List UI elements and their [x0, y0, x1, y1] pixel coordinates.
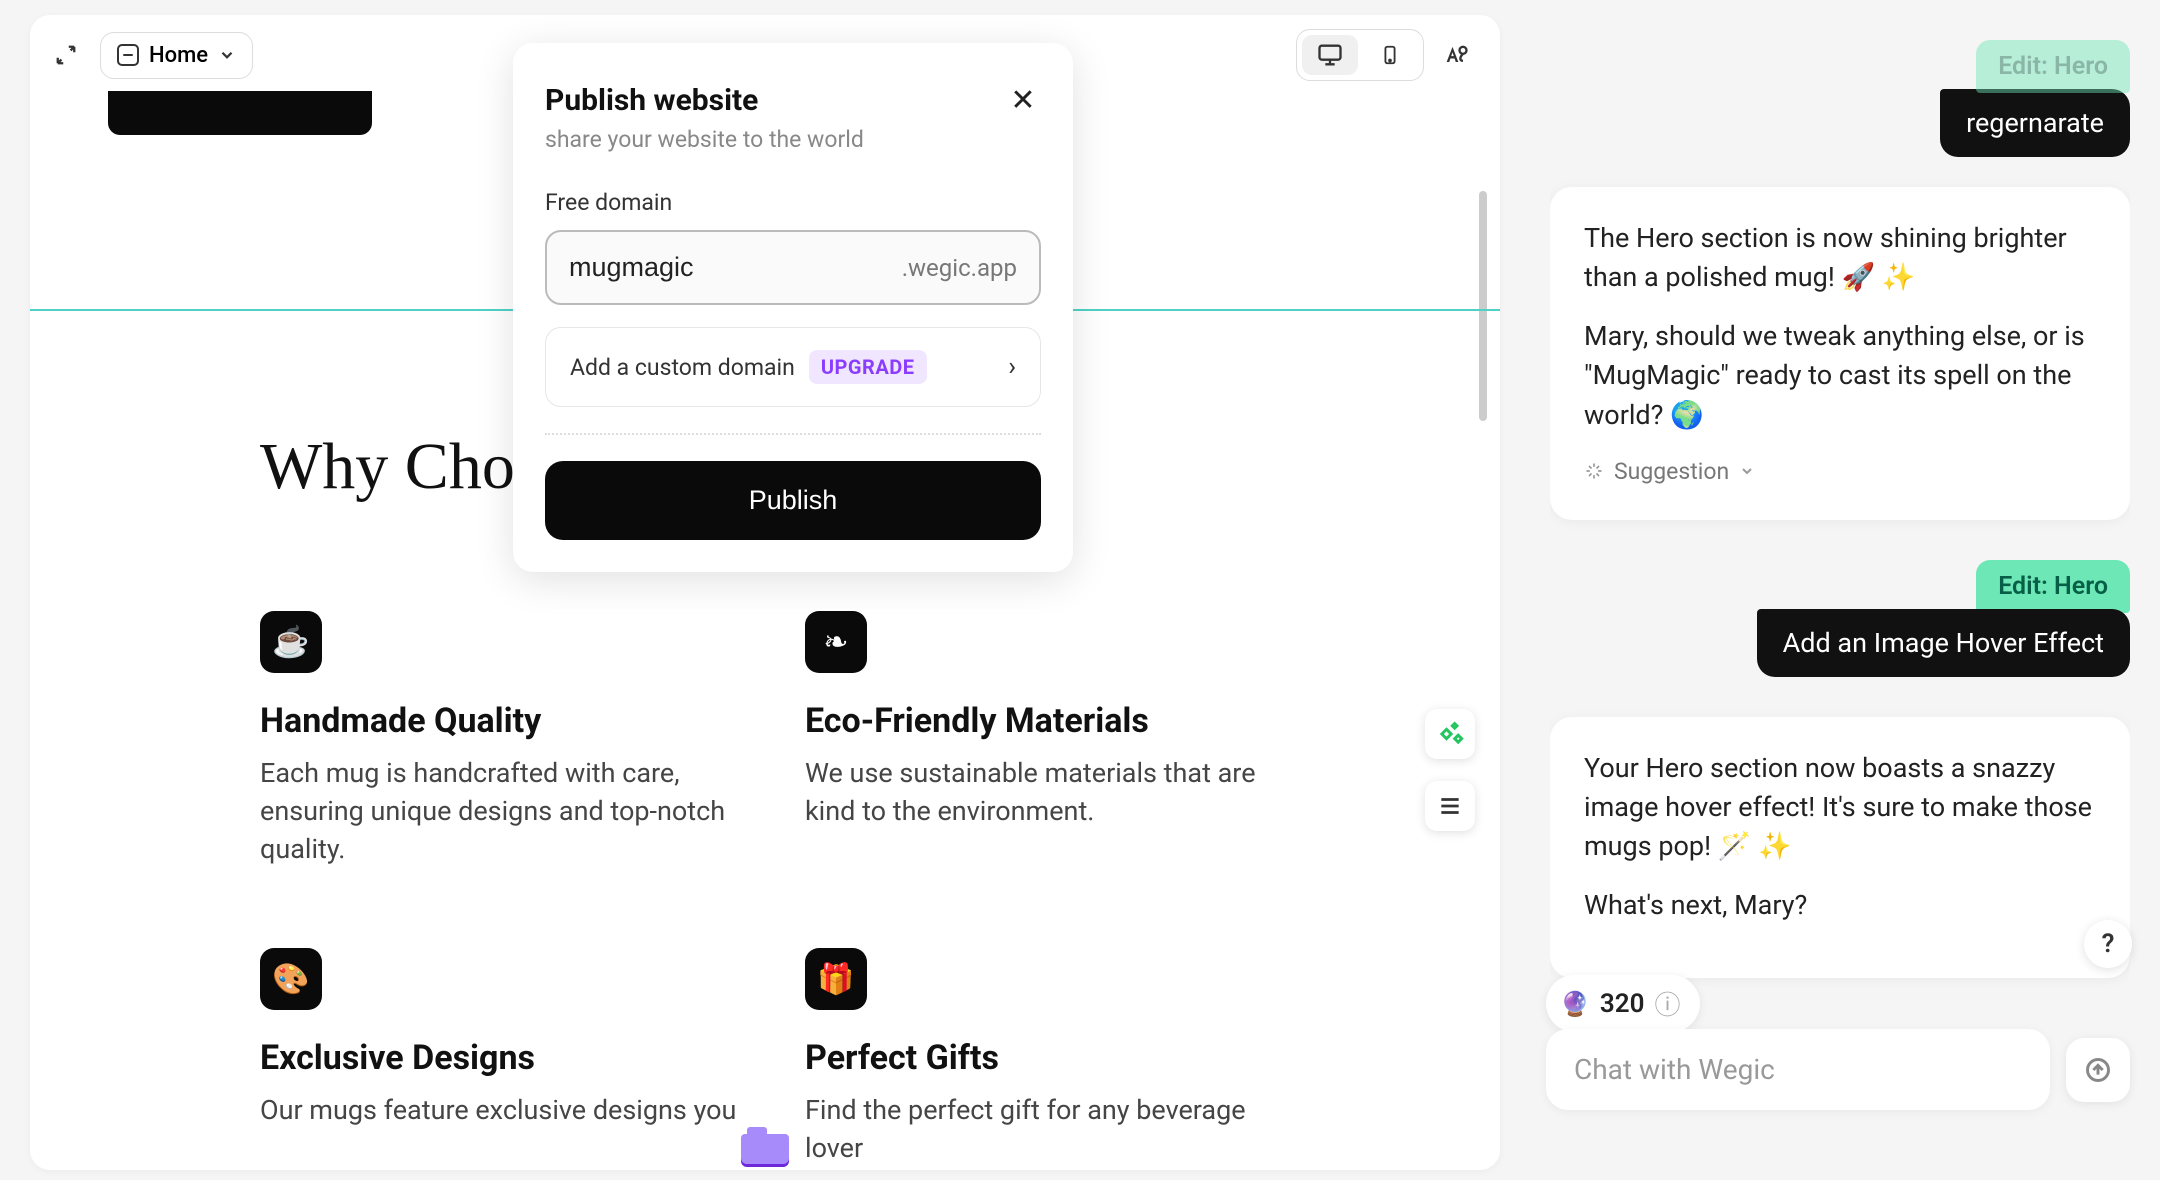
mobile-view-button[interactable]	[1362, 35, 1418, 75]
domain-field[interactable]: .wegic.app	[545, 230, 1041, 305]
feature-card: 🎁 Perfect Gifts Find the perfect gift fo…	[805, 948, 1350, 1168]
user-message-group: Edit: Hero Add an Image Hover Effect	[1550, 560, 2130, 677]
feature-card: ❧ Eco-Friendly Materials We use sustaina…	[805, 611, 1350, 868]
domain-suffix: .wegic.app	[902, 254, 1017, 282]
suggestion-label: Suggestion	[1614, 455, 1729, 488]
custom-domain-label: Add a custom domain	[570, 354, 795, 381]
canvas-menu-button[interactable]	[1425, 781, 1475, 831]
assistant-message: Your Hero section now boasts a snazzy im…	[1550, 717, 2130, 978]
help-button[interactable]: ?	[2084, 920, 2132, 968]
feature-title: Perfect Gifts	[805, 1038, 1350, 1078]
folder-icon[interactable]	[741, 1134, 789, 1164]
palette-icon: 🎨	[260, 948, 322, 1010]
send-button[interactable]	[2066, 1038, 2130, 1102]
close-icon[interactable]: ✕	[1005, 83, 1041, 119]
ai-regenerate-button[interactable]	[1425, 709, 1475, 759]
scrollbar[interactable]	[1479, 191, 1487, 421]
feature-card: ☕ Handmade Quality Each mug is handcraft…	[260, 611, 805, 868]
page-selector[interactable]: Home	[100, 32, 253, 79]
chevron-down-icon	[1739, 463, 1755, 479]
assistant-text: Your Hero section now boasts a snazzy im…	[1584, 749, 2096, 866]
credits-count: 320	[1600, 989, 1645, 1019]
feature-card: 🎨 Exclusive Designs Our mugs feature exc…	[260, 948, 805, 1168]
feature-desc: We use sustainable materials that are ki…	[805, 755, 1295, 831]
assistant-text: The Hero section is now shining brighter…	[1584, 219, 2096, 297]
editor-panel: Home	[30, 15, 1500, 1170]
device-toggle	[1296, 29, 1424, 81]
feature-title: Exclusive Designs	[260, 1038, 805, 1078]
chat-panel: Edit: Hero regernarate The Hero section …	[1500, 0, 2160, 1180]
chat-input[interactable]: Chat with Wegic	[1546, 1029, 2050, 1110]
assistant-text: Mary, should we tweak anything else, or …	[1584, 317, 2096, 434]
domain-input[interactable]	[569, 252, 838, 283]
user-message: regernarate	[1940, 89, 2130, 157]
page-selector-label: Home	[149, 43, 208, 68]
publish-title: Publish website	[545, 83, 864, 118]
publish-modal: Publish website share your website to th…	[513, 43, 1073, 572]
desktop-view-button[interactable]	[1302, 35, 1358, 75]
chevron-down-icon	[218, 46, 236, 64]
user-message-group: Edit: Hero regernarate	[1550, 40, 2130, 157]
assistant-text: What's next, Mary?	[1584, 886, 2096, 925]
gift-icon: 🎁	[805, 948, 867, 1010]
gem-icon: 🔮	[1560, 990, 1590, 1018]
credits-pill[interactable]: 🔮 320 ⓘ	[1546, 975, 1700, 1032]
custom-domain-row[interactable]: Add a custom domain UPGRADE ›	[545, 327, 1041, 407]
domain-label: Free domain	[545, 189, 1041, 216]
chat-placeholder: Chat with Wegic	[1574, 1053, 1775, 1086]
hero-button-fragment	[108, 91, 372, 135]
chat-input-row: Chat with Wegic	[1546, 1029, 2130, 1110]
publish-button[interactable]: Publish	[545, 461, 1041, 540]
user-message: Add an Image Hover Effect	[1757, 609, 2130, 677]
upgrade-badge: UPGRADE	[809, 350, 927, 384]
feature-desc: Our mugs feature exclusive designs you	[260, 1092, 750, 1130]
feature-desc: Each mug is handcrafted with care, ensur…	[260, 755, 750, 868]
edit-context-chip: Edit: Hero	[1976, 560, 2130, 613]
mug-icon: ☕	[260, 611, 322, 673]
typography-button[interactable]	[1434, 33, 1478, 77]
page-icon	[117, 44, 139, 66]
sparkle-icon	[1584, 461, 1604, 481]
feature-title: Handmade Quality	[260, 701, 805, 741]
assistant-message: The Hero section is now shining brighter…	[1550, 187, 2130, 520]
feature-desc: Find the perfect gift for any beverage l…	[805, 1092, 1295, 1168]
info-icon[interactable]: ⓘ	[1654, 985, 1680, 1022]
edit-context-chip: Edit: Hero	[1976, 40, 2130, 93]
separator	[545, 433, 1041, 435]
chevron-right-icon: ›	[1008, 352, 1016, 382]
suggestion-toggle[interactable]: Suggestion	[1584, 455, 2096, 488]
publish-subtitle: share your website to the world	[545, 126, 864, 153]
feature-title: Eco-Friendly Materials	[805, 701, 1350, 741]
expand-icon[interactable]	[52, 41, 80, 69]
features-grid: ☕ Handmade Quality Each mug is handcraft…	[260, 611, 1350, 1168]
leaf-icon: ❧	[805, 611, 867, 673]
